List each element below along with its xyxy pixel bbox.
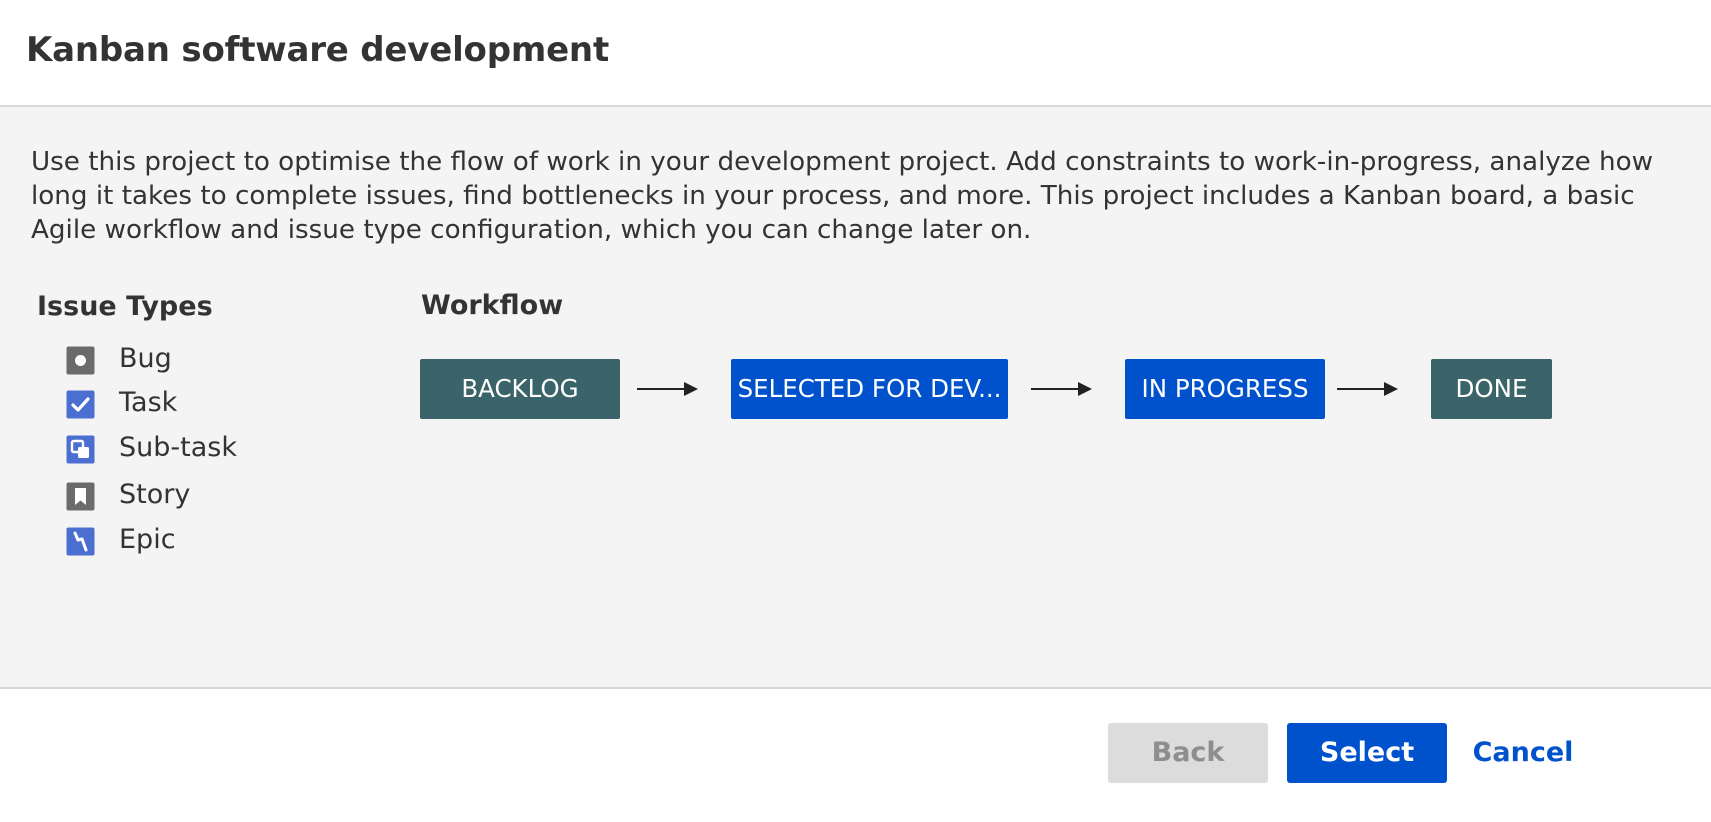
bug-icon <box>66 346 95 375</box>
template-description: Use this project to optimise the flow of… <box>31 147 1654 245</box>
issue-type-story: Story <box>66 479 190 511</box>
task-icon <box>66 390 95 419</box>
status-done: DONE <box>1431 359 1552 419</box>
status-in-progress: IN PROGRESS <box>1125 359 1325 419</box>
issue-type-bug: Bug <box>66 343 172 375</box>
select-button[interactable]: Select <box>1287 723 1447 783</box>
workflow-heading: Workflow <box>421 290 564 321</box>
back-button[interactable]: Back <box>1108 723 1268 783</box>
issue-type-task: Task <box>66 387 177 419</box>
issue-type-label: Sub-task <box>119 432 237 463</box>
dialog-content: Use this project to optimise the flow of… <box>0 107 1711 689</box>
arrow-right-icon <box>637 382 698 396</box>
issue-type-label: Bug <box>119 343 172 374</box>
issue-type-epic: Epic <box>66 524 176 556</box>
arrow-right-icon <box>1337 382 1398 396</box>
dialog-title: Kanban software development <box>26 30 609 70</box>
issue-types-heading: Issue Types <box>37 291 213 322</box>
status-selected-for-dev: SELECTED FOR DEV... <box>731 359 1008 419</box>
project-template-dialog: Kanban software development Use this pro… <box>0 0 1711 822</box>
issue-type-subtask: Sub-task <box>66 432 237 464</box>
status-backlog: BACKLOG <box>420 359 620 419</box>
epic-icon <box>66 527 95 556</box>
arrow-right-icon <box>1031 382 1092 396</box>
issue-type-label: Epic <box>119 524 176 555</box>
issue-type-label: Story <box>119 479 191 510</box>
subtask-icon <box>66 435 95 464</box>
issue-type-label: Task <box>119 387 178 418</box>
story-icon <box>66 482 95 511</box>
dialog-header: Kanban software development <box>0 0 1711 107</box>
cancel-button[interactable]: Cancel <box>1468 723 1578 783</box>
